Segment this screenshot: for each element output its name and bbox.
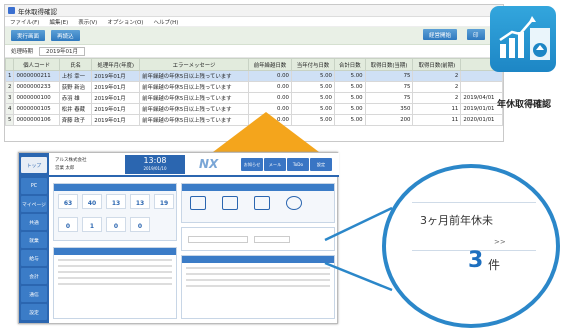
- magnifier-divider: [412, 202, 536, 203]
- magnifier-unit: 件: [488, 258, 501, 272]
- magnifier-label: 3ヶ月前年休未: [420, 214, 493, 227]
- magnifier-count[interactable]: 3: [468, 248, 483, 273]
- magnifier-circle: 3ヶ月前年休未 >> 3 件: [382, 164, 560, 328]
- magnifier-more-link[interactable]: >>: [494, 238, 506, 246]
